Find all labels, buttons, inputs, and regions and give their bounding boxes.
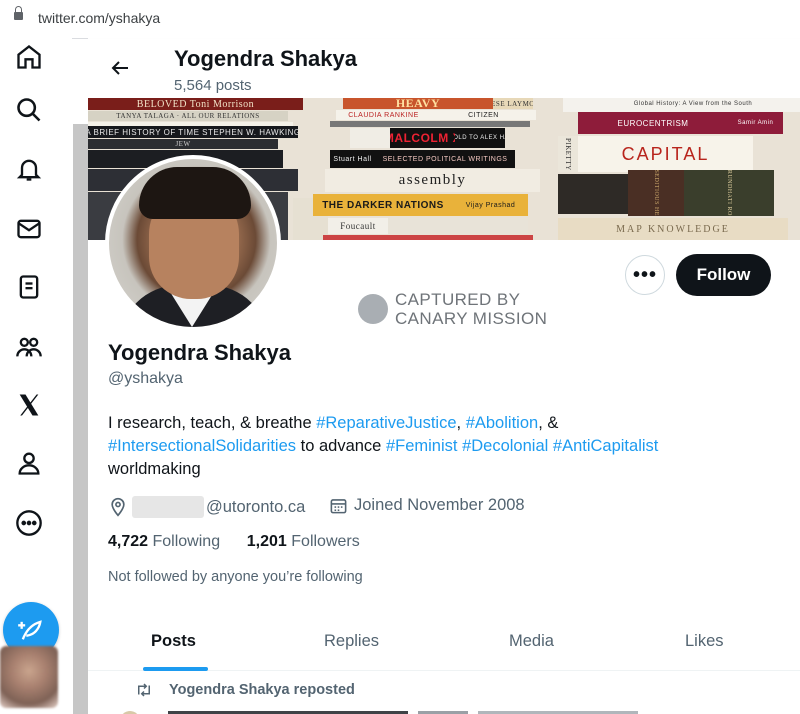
calendar-icon	[330, 499, 347, 514]
cut-off-post-shapes	[122, 711, 638, 714]
book-spine: Samir Amin	[728, 112, 783, 134]
book-spine	[323, 235, 533, 240]
more-options-button[interactable]: •••	[625, 255, 665, 295]
book-spine: assembly	[325, 169, 540, 192]
canary-bird-icon	[358, 294, 388, 324]
book-spine: CAPITAL	[578, 136, 753, 172]
communities-icon[interactable]	[10, 328, 48, 366]
x-logo-icon[interactable]	[10, 386, 48, 424]
mail-icon[interactable]	[10, 210, 48, 248]
book-spine: PIKETTY	[558, 136, 578, 172]
tab-replies[interactable]: Replies	[324, 632, 379, 651]
book-spine: AS TOLD TO ALEX HALEY	[455, 128, 505, 148]
hashtag-link[interactable]: #ReparativeJustice	[316, 414, 456, 432]
book-spine: MY SEDITIOUS HEART	[628, 170, 684, 216]
book-spine	[350, 128, 390, 148]
book-spine: Vijay Prashad	[453, 194, 528, 216]
location-row: @utoronto.ca	[108, 496, 305, 518]
header-name: Yogendra Shakya	[174, 46, 357, 71]
followers-link[interactable]: 1,201 Followers	[247, 533, 360, 550]
hashtag-link[interactable]: #AntiCapitalist	[553, 437, 658, 455]
location-pin-icon	[111, 497, 125, 517]
browser-address-bar[interactable]: twitter.com/yshakya	[0, 0, 800, 39]
hashtag-link[interactable]: #Feminist	[386, 437, 458, 455]
book-spine: ARUNDHATI ROY	[684, 170, 774, 216]
profile-name: Yogendra Shakya	[108, 340, 291, 365]
hashtag-link[interactable]: #Decolonial	[462, 437, 548, 455]
lists-icon[interactable]	[10, 268, 48, 306]
profile-bio: I research, teach, & breathe #Reparative…	[108, 412, 768, 481]
followers-count: 1,201	[246, 533, 287, 550]
profile-photo[interactable]	[105, 155, 281, 331]
book-spine: CITIZEN	[431, 110, 536, 120]
photo-hair	[139, 167, 251, 219]
joined-row: Joined November 2008	[329, 496, 525, 515]
book-spine: THE DARKER NATIONS	[313, 194, 453, 216]
sidebar-nav	[0, 38, 72, 714]
joined-text: Joined November 2008	[354, 496, 525, 514]
home-icon[interactable]	[10, 38, 48, 76]
book-spine: Foucault	[328, 218, 388, 234]
feather-plus-icon	[18, 620, 42, 640]
following-count: 4,722	[108, 533, 149, 550]
profile-tabs: Posts Replies Media Likes	[88, 612, 800, 671]
redacted-block	[132, 496, 204, 518]
next-post-preview	[108, 704, 648, 714]
book-spine: SELECTED POLITICAL WRITINGS	[375, 150, 515, 168]
not-followed-note: Not followed by anyone you’re following	[108, 569, 363, 585]
watermark-line-1: CAPTURED BY	[395, 290, 521, 309]
book-spine: BELOVED Toni Morrison	[88, 98, 303, 110]
repost-context: Yogendra Shakya reposted	[135, 682, 355, 698]
bio-text: I research, teach, & breathe	[108, 414, 317, 432]
watermark-line-2: CANARY MISSION	[395, 309, 548, 328]
bio-text: ,	[456, 414, 466, 432]
tab-likes[interactable]: Likes	[685, 632, 724, 651]
location-text: @utoronto.ca	[206, 497, 306, 516]
more-circle-icon[interactable]	[10, 504, 48, 542]
book-spine: EUROCENTRISM	[578, 112, 728, 134]
scrollbar-track[interactable]	[73, 124, 88, 714]
book-spine: HEAVY	[343, 98, 493, 109]
tab-media[interactable]: Media	[509, 632, 554, 651]
account-avatar[interactable]	[0, 646, 58, 708]
book-spine	[388, 218, 528, 234]
book-spine: MAP KNOWLEDGE	[558, 218, 788, 240]
bio-text: , &	[538, 414, 559, 432]
book-spine: TANYA TALAGA · ALL OUR RELATIONS	[88, 111, 288, 121]
book-spine: CLAUDIA RANKINE	[336, 110, 431, 120]
bio-text: worldmaking	[108, 460, 201, 478]
book-spine: KESE LAYMON	[493, 98, 533, 109]
back-arrow-icon[interactable]	[108, 56, 132, 80]
book-spine: JEW	[88, 139, 278, 149]
search-icon[interactable]	[10, 91, 48, 129]
hashtag-link[interactable]: #Abolition	[466, 414, 538, 432]
book-spine	[558, 174, 628, 214]
follow-button[interactable]: Follow	[676, 254, 771, 296]
following-link[interactable]: 4,722 Following	[108, 533, 220, 550]
book-spine: MALCOLM X	[390, 128, 455, 148]
bio-text: to advance	[296, 437, 386, 455]
repost-text[interactable]: Yogendra Shakya reposted	[169, 682, 355, 698]
profile-handle: @yshakya	[108, 370, 183, 387]
book-spine: Global History: A View from the South	[633, 100, 753, 107]
active-tab-indicator	[143, 667, 208, 671]
url-text[interactable]: twitter.com/yshakya	[38, 10, 160, 26]
profile-icon[interactable]	[10, 444, 48, 482]
book-spine	[330, 121, 530, 127]
followers-label: Followers	[291, 533, 360, 550]
hashtag-link[interactable]: #IntersectionalSolidarities	[108, 437, 296, 455]
repost-icon	[138, 683, 150, 697]
tab-posts[interactable]: Posts	[151, 632, 196, 651]
profile-header-bar: Yogendra Shakya 5,564 posts	[88, 38, 800, 98]
follow-counts: 4,722 Following 1,201 Followers	[108, 533, 360, 551]
header-post-count: 5,564 posts	[174, 77, 252, 94]
following-label: Following	[152, 533, 221, 550]
watermark: CAPTURED BY CANARY MISSION	[395, 290, 547, 328]
lock-icon	[14, 6, 23, 20]
book-spine: Stuart Hall	[330, 150, 375, 168]
bell-icon[interactable]	[10, 150, 48, 188]
book-spine: A BRIEF HISTORY OF TIME STEPHEN W. HAWKI…	[88, 126, 298, 138]
